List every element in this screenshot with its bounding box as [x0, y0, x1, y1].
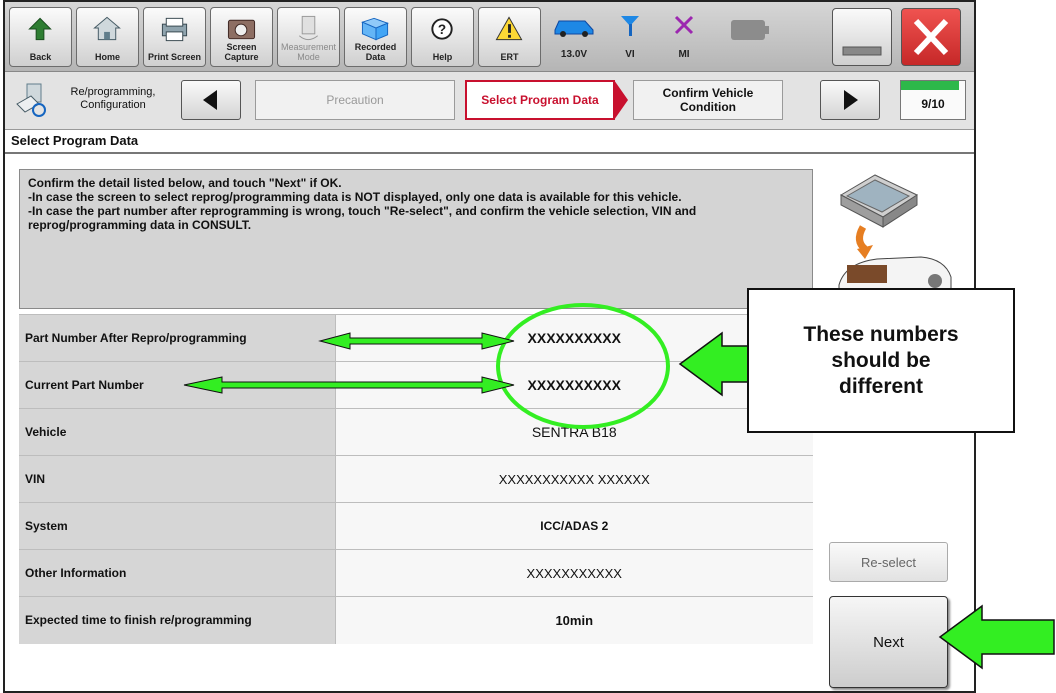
callout-arrow — [678, 331, 751, 397]
highlight-ellipse — [496, 303, 670, 429]
double-arrow-part-number-after — [318, 332, 515, 350]
double-arrow-current-part-number — [183, 376, 515, 394]
callout-box: These numbers should be different — [747, 288, 1015, 433]
callout-text: These numbers should be different — [803, 322, 959, 398]
next-pointer-arrow — [938, 604, 1055, 670]
